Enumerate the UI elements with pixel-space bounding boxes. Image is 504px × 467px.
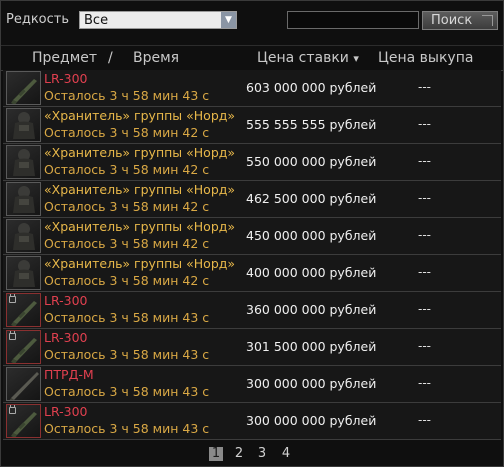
time-remaining: Осталось 3 ч 58 мин 43 с xyxy=(44,421,210,436)
bid-price: 360 000 000 рублей xyxy=(246,302,377,317)
search-button[interactable]: Поиск xyxy=(422,11,498,30)
bid-price: 555 555 555 рублей xyxy=(246,117,377,132)
buyout-price: --- xyxy=(418,117,431,131)
item-name: LR-300 xyxy=(44,404,88,419)
page-4-button[interactable]: 4 xyxy=(279,446,293,461)
armor-suit-icon xyxy=(6,256,41,290)
auction-panel: Редкость Все ▼ Поиск Предмет / Время Цен… xyxy=(0,0,504,467)
bid-price: 301 500 000 рублей xyxy=(246,339,377,354)
buyout-price: --- xyxy=(418,302,431,316)
rifle-icon xyxy=(6,404,41,438)
table-row[interactable]: «Хранитель» группы «Норд» Осталось 3 ч 58… xyxy=(3,255,501,292)
buyout-price: --- xyxy=(418,228,431,242)
buyout-price: --- xyxy=(418,265,431,279)
time-remaining: Осталось 3 ч 58 мин 42 с xyxy=(44,162,210,177)
sort-desc-icon: ▾ xyxy=(353,52,359,65)
page-2-button[interactable]: 2 xyxy=(232,446,246,461)
item-name: «Хранитель» группы «Норд» xyxy=(44,182,236,197)
table-row[interactable]: LR-300 Осталось 3 ч 58 мин 43 с 301 500 00… xyxy=(3,329,501,366)
table-row[interactable]: «Хранитель» группы «Норд» Осталось 3 ч 58… xyxy=(3,218,501,255)
armor-suit-icon xyxy=(6,108,41,142)
column-bid-price-sort[interactable]: Цена ставки ▾ xyxy=(257,50,359,66)
bid-price: 450 000 000 рублей xyxy=(246,228,377,243)
search-button-label: Поиск xyxy=(431,13,473,28)
item-name: LR-300 xyxy=(44,293,88,308)
time-remaining: Осталось 3 ч 58 мин 42 с xyxy=(44,273,210,288)
item-name: LR-300 xyxy=(44,330,88,345)
rarity-dropdown[interactable]: Все ▼ xyxy=(79,11,237,29)
armor-suit-icon xyxy=(6,219,41,253)
column-bid-price-label: Цена ставки xyxy=(257,50,349,66)
table-row[interactable]: LR-300 Осталось 3 ч 58 мин 43 с 300 000 00… xyxy=(3,403,501,440)
chevron-down-icon[interactable]: ▼ xyxy=(221,12,236,28)
item-name: «Хранитель» группы «Норд» xyxy=(44,145,236,160)
search-input[interactable] xyxy=(287,11,419,29)
lock-icon xyxy=(9,294,16,303)
bid-price: 300 000 000 рублей xyxy=(246,376,377,391)
column-time-sort[interactable]: Время xyxy=(133,50,179,66)
buyout-price: --- xyxy=(418,376,431,390)
table-row[interactable]: «Хранитель» группы «Норд» Осталось 3 ч 58… xyxy=(3,144,501,181)
column-separator: / xyxy=(108,50,113,66)
armor-suit-icon xyxy=(6,182,41,216)
bid-price: 462 500 000 рублей xyxy=(246,191,377,206)
rifle-icon xyxy=(6,293,41,327)
lock-icon xyxy=(9,331,16,340)
buyout-price: --- xyxy=(418,80,431,94)
rifle-icon xyxy=(6,330,41,364)
item-name: ПТРД-М xyxy=(44,367,94,382)
page-1-button[interactable]: 1 xyxy=(209,447,223,461)
armor-suit-icon xyxy=(6,145,41,179)
bid-price: 550 000 000 рублей xyxy=(246,154,377,169)
rarity-label: Редкость xyxy=(6,12,70,27)
time-remaining: Осталось 3 ч 58 мин 43 с xyxy=(44,347,210,362)
long-rifle-icon xyxy=(6,367,41,401)
time-remaining: Осталось 3 ч 58 мин 42 с xyxy=(44,199,210,214)
bid-price: 603 000 000 рублей xyxy=(246,80,377,95)
item-name: «Хранитель» группы «Норд» xyxy=(44,256,236,271)
bid-price: 300 000 000 рублей xyxy=(246,413,377,428)
buyout-price: --- xyxy=(418,413,431,427)
table-row[interactable]: ПТРД-М Осталось 3 ч 58 мин 43 с 300 000 00… xyxy=(3,366,501,403)
page-3-button[interactable]: 3 xyxy=(255,446,269,461)
item-name: «Хранитель» группы «Норд» xyxy=(44,108,236,123)
buyout-price: --- xyxy=(418,339,431,353)
pagination: 1 2 3 4 xyxy=(1,443,503,465)
table-row[interactable]: «Хранитель» группы «Норд» Осталось 3 ч 58… xyxy=(3,107,501,144)
table-row[interactable]: «Хранитель» группы «Норд» Осталось 3 ч 58… xyxy=(3,181,501,218)
table-row[interactable]: LR-300 Осталось 3 ч 58 мин 43 с 603 000 00… xyxy=(3,70,501,107)
time-remaining: Осталось 3 ч 58 мин 42 с xyxy=(44,125,210,140)
column-header: Предмет / Время Цена ставки ▾ Цена выкуп… xyxy=(1,45,503,71)
column-item-sort[interactable]: Предмет xyxy=(32,50,97,66)
time-remaining: Осталось 3 ч 58 мин 43 с xyxy=(44,310,210,325)
table-row[interactable]: LR-300 Осталось 3 ч 58 мин 43 с 360 000 00… xyxy=(3,292,501,329)
item-name: «Хранитель» группы «Норд» xyxy=(44,219,236,234)
bid-price: 400 000 000 рублей xyxy=(246,265,377,280)
time-remaining: Осталось 3 ч 58 мин 43 с xyxy=(44,88,210,103)
time-remaining: Осталось 3 ч 58 мин 42 с xyxy=(44,236,210,251)
item-name: LR-300 xyxy=(44,71,88,86)
rarity-dropdown-value: Все xyxy=(84,13,109,28)
button-corner-decoration xyxy=(482,15,493,26)
buyout-price: --- xyxy=(418,191,431,205)
lock-icon xyxy=(9,405,16,414)
column-buyout-price-sort[interactable]: Цена выкупа xyxy=(378,50,473,66)
rifle-icon xyxy=(6,71,41,105)
buyout-price: --- xyxy=(418,154,431,168)
filter-bar: Редкость Все ▼ Поиск xyxy=(1,1,503,41)
time-remaining: Осталось 3 ч 58 мин 43 с xyxy=(44,384,210,399)
